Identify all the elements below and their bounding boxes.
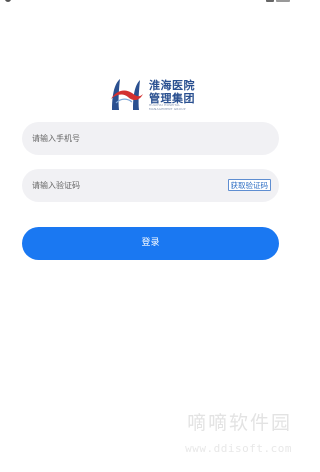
status-bar [0,0,300,12]
huaihai-logo-icon [111,79,143,110]
phone-input[interactable] [32,122,222,155]
logo-subtitle-line2: MANAGEMENT GROUP [149,106,186,111]
battery-icon [276,0,290,2]
get-code-button[interactable]: 获取验证码 [227,179,271,191]
watermark-url: www.ddisoft.com [185,442,292,455]
watermark-text: 嘀嘀软件园 [186,412,292,434]
verification-code-input[interactable] [32,169,222,202]
phone-field [22,122,279,155]
signal-icon [266,0,274,2]
logo-name-line1: 淮海医院 [149,79,195,92]
app-logo: 淮海医院 管理集团 HUAIHAI HOSPITAL MANAGEMENT GR… [108,76,200,112]
logo-subtitle: HUAIHAI HOSPITAL MANAGEMENT GROUP [149,103,186,111]
verification-code-field: 获取验证码 [22,169,279,202]
login-button[interactable]: 登录 [22,227,279,260]
status-indicator-icon [5,0,11,2]
status-icons [266,0,290,3]
